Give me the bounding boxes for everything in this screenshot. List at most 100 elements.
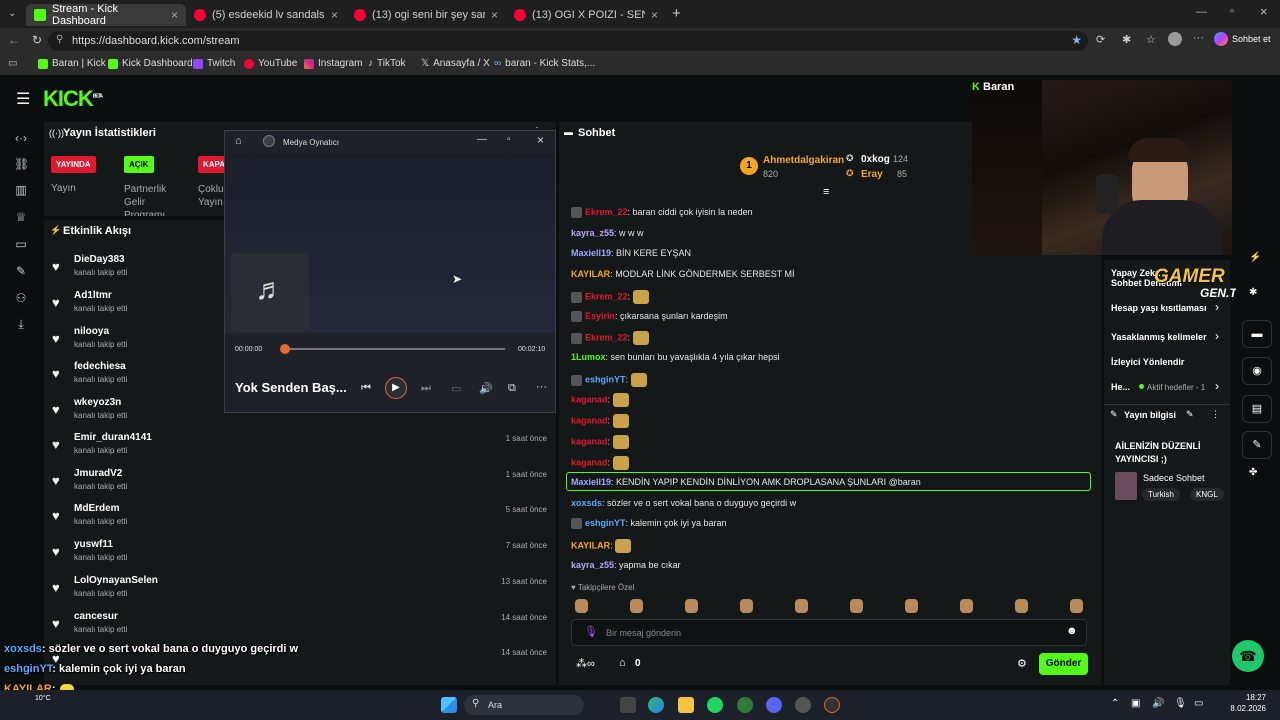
chat-username[interactable]: KAYILAR <box>571 540 610 550</box>
back-icon[interactable]: ← <box>8 33 20 47</box>
network-tray-icon[interactable]: ▭ <box>1194 698 1203 709</box>
wrench-rail-button[interactable]: ✎ <box>1242 431 1272 459</box>
extensions-icon[interactable]: ⟳ <box>1096 33 1105 46</box>
link-icon[interactable]: ⛓ <box>14 158 29 170</box>
minimize-window-icon[interactable]: — <box>1196 6 1207 18</box>
file-explorer-icon[interactable] <box>678 697 694 713</box>
edge-icon[interactable] <box>648 697 664 713</box>
obs-icon[interactable] <box>795 697 811 713</box>
puzzle-rail-icon[interactable]: ✱ <box>1249 287 1257 298</box>
more-menu-icon[interactable]: ··· <box>1193 32 1204 44</box>
chat-username[interactable]: eshginYT <box>585 518 626 528</box>
activity-username[interactable]: MdErdem <box>74 503 120 514</box>
users-icon[interactable]: ⚇ <box>14 292 28 304</box>
microphone-icon[interactable]: 🎙 <box>584 625 598 638</box>
emote-shortcut-icon[interactable] <box>905 599 918 613</box>
activity-username[interactable]: JmuradV2 <box>74 468 122 479</box>
collapse-icon[interactable]: ‹·› <box>14 132 28 144</box>
app-icon[interactable] <box>737 697 753 713</box>
close-tab-icon[interactable]: × <box>491 8 498 22</box>
site-info-icon[interactable]: ⚲ <box>56 34 63 45</box>
layout-rail-button[interactable]: ▤ <box>1242 395 1272 423</box>
mp-minimize-icon[interactable]: — <box>477 134 487 145</box>
chevron-right-icon[interactable]: › <box>1215 300 1219 314</box>
chat-username[interactable]: xoxsds <box>571 498 602 508</box>
emote-shortcut-icon[interactable] <box>685 599 698 613</box>
more-options-icon[interactable]: ··· <box>536 381 547 393</box>
chat-username[interactable]: kayra_z55 <box>571 560 614 570</box>
emote-shortcut-icon[interactable] <box>1070 599 1083 613</box>
hamburger-menu-icon[interactable]: ☰ <box>16 89 30 109</box>
reload-icon[interactable]: ↻ <box>32 33 42 47</box>
miniplayer-icon[interactable]: ⧉ <box>508 382 516 395</box>
clock-date[interactable]: 8.02.2026 <box>1214 704 1266 713</box>
chat-username[interactable]: Maxiell19 <box>571 248 611 258</box>
lightning-rail-icon[interactable]: ⚡ <box>1249 252 1261 263</box>
subtitles-icon[interactable]: ▭ <box>451 382 461 395</box>
bookmark-kick-dashboard[interactable]: Kick Dashboard <box>108 58 193 69</box>
tab-list-icon[interactable]: ⌄ <box>8 8 16 19</box>
gift-icon[interactable]: ⌂ <box>619 657 626 669</box>
sidebar-toggle-icon[interactable]: ▭ <box>8 58 17 69</box>
tray-app-icon[interactable]: ▣ <box>1131 698 1140 709</box>
activity-username[interactable]: nilooya <box>74 326 109 337</box>
points-icon[interactable]: ⁂∞ <box>576 657 595 670</box>
wrench-icon[interactable]: ✎ <box>14 265 28 277</box>
close-tab-icon[interactable]: × <box>331 8 338 22</box>
volume-icon[interactable]: 🔊 <box>479 382 493 395</box>
chat-settings-icon[interactable]: ⚙ <box>1017 657 1027 670</box>
bookmark-tiktok[interactable]: ♪ TikTok <box>368 58 406 69</box>
more-vertical-icon[interactable]: ⋮ <box>1211 409 1220 420</box>
bookmark-youtube[interactable]: YouTube <box>244 58 297 69</box>
tab-youtube-2[interactable]: (13) ogi seni bir şey sandım - YouT × <box>346 4 506 26</box>
chart-icon[interactable]: ▥ <box>14 184 28 196</box>
chat-username[interactable]: eshginYT <box>585 374 626 384</box>
emote-shortcut-icon[interactable] <box>795 599 808 613</box>
tab-youtube-1[interactable]: (5) esdeekid lv sandals - YouTube × <box>186 4 346 26</box>
home-icon[interactable]: ⌂ <box>235 135 242 147</box>
bookmark-kick-stats[interactable]: ∞ baran - Kick Stats,... <box>494 58 595 69</box>
support-button[interactable]: ☎ <box>1232 640 1264 672</box>
edit-icon[interactable]: ✎ <box>1186 409 1194 420</box>
close-tab-icon[interactable]: × <box>171 8 178 22</box>
tag-turkish[interactable]: Turkish <box>1142 488 1180 501</box>
chat-username[interactable]: Ekrem_22 <box>585 291 628 301</box>
seek-thumb[interactable] <box>280 344 290 354</box>
puzzle-icon[interactable]: ✱ <box>1122 33 1131 46</box>
chat-username[interactable]: Maxiell19 <box>571 477 611 487</box>
address-bar[interactable]: ⚲ https://dashboard.kick.com/stream ★ <box>48 31 1088 51</box>
collections-icon[interactable]: ☆ <box>1146 33 1156 46</box>
chat-input[interactable]: 🎙 Bir mesaj gönderin ☻ <box>571 619 1087 646</box>
goals-setting[interactable]: He... <box>1111 382 1130 392</box>
palette-rail-icon[interactable]: ✤ <box>1249 467 1257 478</box>
activity-username[interactable]: DieDay383 <box>74 254 125 265</box>
activity-username[interactable]: fedechiesa <box>74 361 126 372</box>
banned-words-setting[interactable]: Yasaklanmış kelimeler <box>1111 332 1207 342</box>
next-track-icon[interactable]: ⏭ <box>421 382 431 395</box>
media-player-taskbar-icon[interactable] <box>824 697 840 713</box>
filter-icon[interactable]: ≡ <box>823 186 829 198</box>
mp-close-icon[interactable]: × <box>537 133 544 147</box>
chevron-right-icon[interactable]: › <box>1215 329 1219 343</box>
upload-icon[interactable]: ⤓ <box>14 318 28 330</box>
activity-username[interactable]: cancesur <box>74 611 118 622</box>
chat-username[interactable]: Ekrem_22 <box>585 207 628 217</box>
bookmark-baran-kick[interactable]: Baran | Kick <box>38 58 106 69</box>
viewer-redirect-setting[interactable]: İzleyici Yönlendir <box>1111 357 1184 367</box>
chat-username[interactable]: kaganad <box>571 394 608 404</box>
chat-username[interactable]: 1Lumox <box>571 352 606 362</box>
new-tab-icon[interactable]: + <box>672 5 681 22</box>
trophy-icon[interactable]: ♕ <box>14 211 28 223</box>
send-button[interactable]: Gönder <box>1039 653 1088 675</box>
activity-username[interactable]: Ad1ltmr <box>74 290 112 301</box>
account-age-setting[interactable]: Hesap yaşı kısıtlaması <box>1111 303 1207 313</box>
bookmark-twitch[interactable]: Twitch <box>193 58 235 69</box>
emoji-icon[interactable]: ☻ <box>1066 625 1078 637</box>
tab-youtube-3[interactable]: (13) OGI X POIZI - SENI BIRŞEY SA × <box>506 4 666 26</box>
mp-maximize-icon[interactable]: ▫ <box>507 134 511 145</box>
chat-username[interactable]: kaganad <box>571 415 608 425</box>
close-window-icon[interactable]: × <box>1260 4 1268 19</box>
kick-logo[interactable]: KICKBETA <box>43 86 103 112</box>
profile-avatar[interactable] <box>1168 32 1182 46</box>
favorite-star-icon[interactable]: ★ <box>1071 33 1082 47</box>
